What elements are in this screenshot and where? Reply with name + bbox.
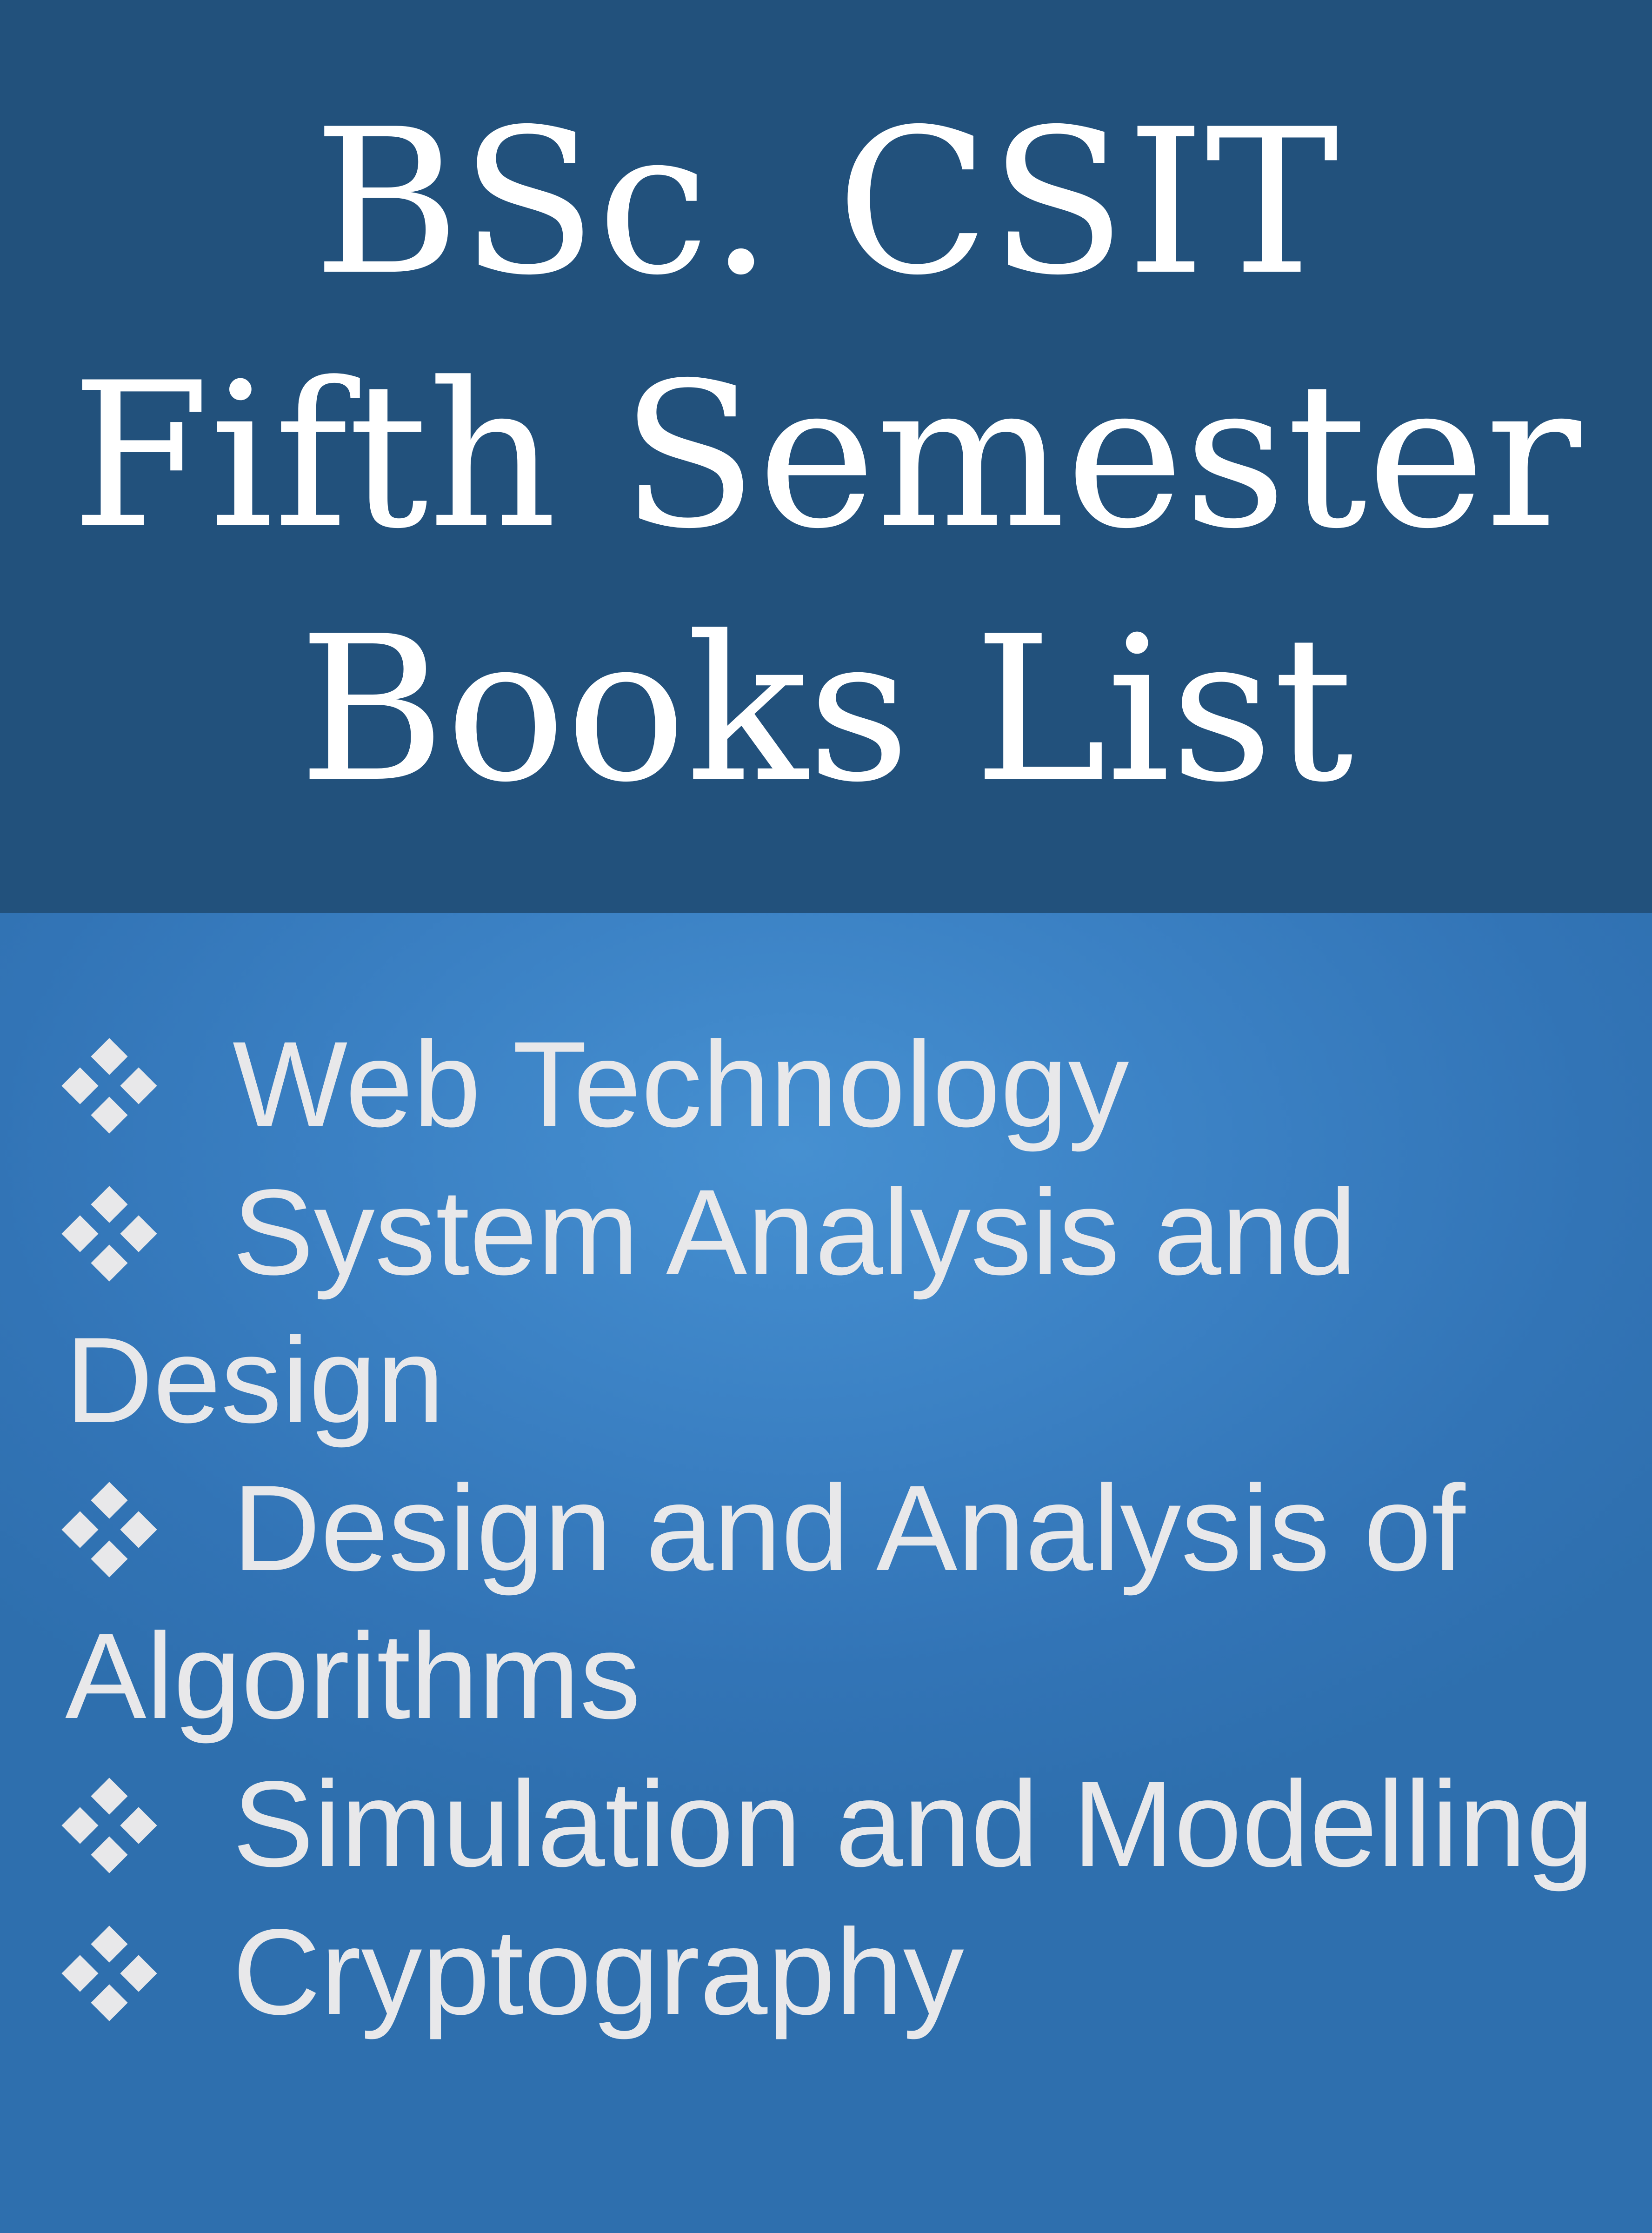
subject-label: Simulation and Modelling — [233, 1756, 1594, 1892]
subject-item-cryptography: Cryptography — [61, 1898, 1637, 2046]
subject-item-system-analysis-and-design: System Analysis and Design — [61, 1158, 1637, 1454]
header-banner: BSc. CSIT Fifth Semester Books List — [0, 0, 1652, 913]
four-diamond-bullet-icon — [61, 1186, 157, 1282]
four-diamond-bullet-icon — [61, 1482, 157, 1578]
subject-item-simulation-and-modelling: Simulation and Modelling — [61, 1750, 1637, 1898]
subject-label: System Analysis and — [233, 1164, 1357, 1300]
subjects-panel: Web Technology System Analysis and Design… — [0, 913, 1652, 2233]
four-diamond-bullet-icon — [61, 1778, 157, 1873]
subject-list: Web Technology System Analysis and Design… — [61, 1010, 1637, 2046]
title-line-2: Fifth Semester — [71, 340, 1581, 573]
subject-label: Design and Analysis of — [233, 1460, 1465, 1596]
title-line-3: Books List — [298, 593, 1354, 826]
four-diamond-bullet-icon — [61, 1925, 157, 2021]
subject-label-continuation: Design — [65, 1312, 445, 1448]
subject-label: Web Technology — [233, 1016, 1129, 1152]
four-diamond-bullet-icon — [61, 1038, 157, 1134]
subject-item-design-and-analysis-of-algorithms: Design and Analysis of Algorithms — [61, 1454, 1637, 1750]
title-line-1: BSc. CSIT — [313, 86, 1339, 319]
subject-label: Cryptography — [233, 1904, 964, 2040]
subject-item-web-technology: Web Technology — [61, 1010, 1637, 1158]
subject-label-continuation: Algorithms — [65, 1608, 641, 1744]
